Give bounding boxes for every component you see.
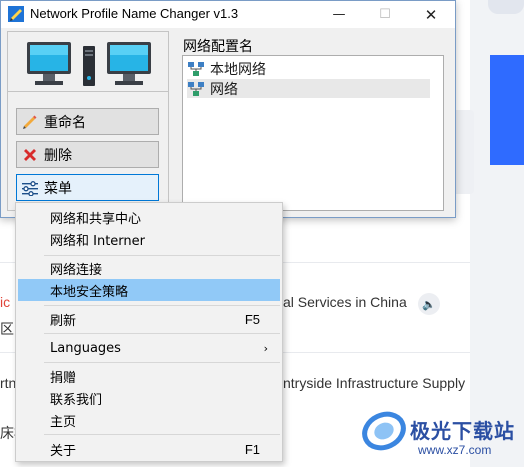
- menu-separator: [44, 434, 280, 435]
- menu-item-label: 联系我们: [50, 392, 103, 408]
- app-window: Network Profile Name Changer v1.3 — ☐ ✕: [0, 0, 456, 218]
- sliders-icon: [17, 175, 43, 200]
- delete-button[interactable]: 删除: [16, 141, 159, 168]
- rename-button[interactable]: 重命名: [16, 108, 159, 135]
- menu-item-refresh[interactable]: 刷新 F5: [18, 308, 280, 330]
- background-article-title[interactable]: ntryside Infrastructure Supply: [283, 375, 465, 391]
- profile-name: 本地网络: [210, 61, 266, 78]
- background-blue-banner[interactable]: [490, 55, 524, 165]
- profile-name: 网络: [210, 81, 238, 98]
- rename-button-label: 重命名: [44, 114, 86, 131]
- panel-divider: [8, 91, 168, 92]
- maximize-button[interactable]: ☐: [362, 1, 408, 28]
- menu-item-label: 关于: [50, 443, 77, 459]
- menu-item-donate[interactable]: 捐赠: [18, 365, 280, 387]
- watermark-url: www.xz7.com: [418, 443, 492, 457]
- watermark-brand: 极光下载站: [410, 419, 515, 443]
- menu-separator: [44, 305, 280, 306]
- two-computers-icon: [27, 42, 151, 86]
- menu-item-languages[interactable]: Languages ›: [18, 337, 280, 359]
- menu-separator: [44, 255, 280, 256]
- background-top-pill: [488, 0, 524, 14]
- speaker-icon[interactable]: 🔈: [418, 293, 440, 315]
- menu-separator: [44, 333, 280, 334]
- menu-item-network-sharing-center[interactable]: 网络和共享中心: [18, 206, 280, 228]
- menu-button-label: 菜单: [44, 180, 72, 197]
- context-menu: 网络和共享中心 网络和 Interner 网络连接 本地安全策略 刷新 F5 L…: [15, 202, 283, 462]
- app-icon: [8, 6, 24, 22]
- menu-item-shortcut: F5: [244, 311, 260, 327]
- menu-item-network-internet[interactable]: 网络和 Interner: [18, 228, 280, 250]
- menu-item-label: 网络和共享中心: [50, 211, 142, 227]
- menu-item-homepage[interactable]: 主页: [18, 409, 280, 431]
- list-item-selected[interactable]: 网络: [187, 79, 430, 98]
- window-title: Network Profile Name Changer v1.3: [30, 6, 239, 21]
- menu-separator: [44, 362, 280, 363]
- menu-item-label: Languages: [50, 340, 121, 356]
- list-item[interactable]: 本地网络: [187, 59, 430, 78]
- menu-item-shortcut: F1: [244, 441, 260, 457]
- menu-button[interactable]: 菜单: [16, 174, 159, 201]
- background-article-title[interactable]: al Services in China: [283, 294, 407, 310]
- delete-button-label: 删除: [44, 147, 72, 164]
- menu-item-about[interactable]: 关于 F1: [18, 438, 280, 460]
- menu-item-label: 捐赠: [50, 370, 77, 386]
- network-icon: [188, 81, 204, 96]
- menu-item-label: 网络连接: [50, 262, 103, 278]
- menu-item-local-security-policy[interactable]: 本地安全策略: [18, 279, 280, 301]
- title-bar[interactable]: Network Profile Name Changer v1.3 — ☐ ✕: [1, 1, 455, 28]
- menu-item-label: 网络和 Interner: [50, 233, 145, 249]
- pencil-icon: [17, 109, 43, 134]
- profiles-label: 网络配置名: [183, 39, 253, 55]
- menu-item-label: 本地安全策略: [50, 284, 129, 300]
- menu-item-network-connections[interactable]: 网络连接: [18, 257, 280, 279]
- chevron-right-icon: ›: [263, 341, 268, 355]
- network-icon: [188, 61, 204, 76]
- background-text-fragment: ic: [0, 294, 11, 310]
- close-button[interactable]: ✕: [408, 1, 454, 28]
- menu-item-label: 主页: [50, 414, 77, 430]
- menu-item-label: 刷新: [50, 313, 77, 329]
- red-x-icon: [17, 142, 43, 167]
- network-profile-list[interactable]: 本地网络 网络: [182, 55, 444, 211]
- background-text-fragment: rtn: [0, 375, 17, 391]
- left-panel: 重命名 删除 菜单: [7, 31, 169, 211]
- menu-item-contact[interactable]: 联系我们: [18, 387, 280, 409]
- minimize-button[interactable]: —: [316, 1, 362, 28]
